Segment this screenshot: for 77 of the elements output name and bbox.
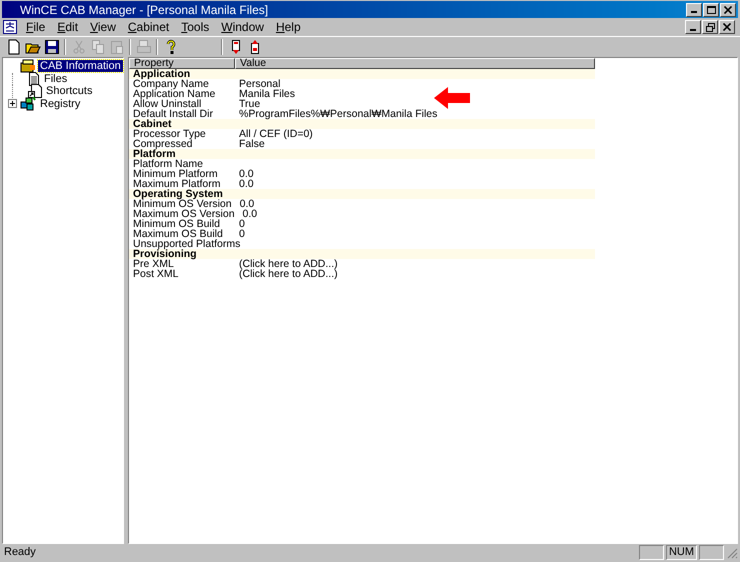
section-heading: Provisioning	[133, 249, 197, 259]
new-file-icon	[6, 38, 22, 54]
section-heading: Platform	[133, 149, 176, 159]
property-name: Unsupported Platforms	[132, 239, 242, 249]
shortcut-icon	[28, 84, 42, 98]
property-value[interactable]: 0.0	[236, 199, 258, 209]
property-value[interactable]: 0.0	[235, 169, 258, 179]
expand-toggle[interactable]	[8, 99, 17, 108]
property-value[interactable]: 0	[235, 229, 249, 239]
property-name: Minimum Platform	[132, 169, 218, 179]
scissors-icon	[70, 38, 86, 54]
property-value[interactable]: All / CEF (ID=0)	[235, 129, 317, 139]
app-icon	[3, 20, 17, 34]
property-name: Compressed	[132, 139, 193, 149]
minimize-icon	[691, 11, 697, 13]
property-value[interactable]: 0	[235, 219, 249, 229]
section-heading: Application	[133, 69, 190, 79]
tree-item[interactable]: CAB Information	[38, 60, 123, 72]
property-name: Application Name	[132, 89, 216, 99]
property-name: Maximum OS Version	[132, 209, 236, 219]
minimize-button[interactable]	[685, 20, 701, 34]
property-name: Post XML	[132, 269, 180, 279]
toolbar-button[interactable]	[42, 38, 61, 56]
column-header[interactable]: Value	[235, 58, 595, 69]
property-value[interactable]: 0.0	[235, 179, 258, 189]
resize-grip-icon	[726, 546, 738, 558]
property-value[interactable]: (Click here to ADD...)	[235, 269, 342, 279]
left-arrow-icon	[434, 87, 470, 109]
copy-icon	[90, 38, 106, 54]
tree-item[interactable]: Shortcuts	[44, 85, 94, 98]
clipboard-icon	[108, 38, 124, 54]
property-value[interactable]: True	[235, 99, 264, 109]
menu-item[interactable]: Window	[215, 20, 270, 34]
printer-icon	[136, 38, 152, 54]
property-name: Platform Name	[132, 159, 204, 169]
property-value[interactable]: False	[235, 139, 269, 149]
tree-item[interactable]: Files	[42, 72, 70, 85]
property-value[interactable]: Personal	[235, 79, 284, 89]
property-name: Minimum OS Build	[132, 219, 220, 229]
close-icon	[723, 23, 731, 31]
window-title: WinCE CAB Manager - [Personal Manila Files]	[20, 2, 270, 18]
property-name: Allow Uninstall	[132, 99, 202, 109]
property-name: Maximum OS Build	[132, 229, 223, 239]
registry-cubes-icon	[20, 96, 36, 111]
tree-item[interactable]: Registry	[38, 98, 82, 110]
property-name: Processor Type	[132, 129, 207, 139]
close-button[interactable]	[720, 2, 736, 16]
section-heading: Cabinet	[133, 119, 172, 129]
cabinet-icon	[20, 59, 36, 74]
section-heading: Operating System	[133, 189, 223, 199]
property-value[interactable]: Manila Files	[235, 89, 300, 99]
maximize-button[interactable]	[703, 2, 719, 16]
property-name: Maximum Platform	[132, 179, 221, 189]
property-value[interactable]: %ProgramFiles%₩Personal₩Manila Files	[235, 109, 442, 119]
document-icon	[28, 72, 40, 86]
menu-item[interactable]: Help	[270, 20, 307, 34]
property-name: Minimum OS Version	[132, 199, 232, 209]
minimize-icon	[690, 28, 696, 30]
column-header[interactable]: Property	[129, 58, 235, 69]
menu-item[interactable]: File	[20, 20, 52, 34]
minimize-button[interactable]	[686, 2, 702, 16]
restore-icon	[706, 22, 714, 32]
property-name: Pre XML	[132, 259, 174, 269]
menu-item[interactable]: Edit	[51, 20, 84, 34]
property-name: Default Install Dir	[132, 109, 214, 119]
close-button[interactable]	[719, 20, 735, 34]
menu-item[interactable]: Cabinet	[122, 20, 176, 34]
status-text: Ready	[3, 545, 37, 560]
restore-button[interactable]	[702, 20, 718, 34]
menu-item[interactable]: Tools	[175, 20, 216, 34]
property-value[interactable]: 0.0	[238, 209, 262, 219]
menu-item[interactable]: View	[84, 20, 122, 34]
property-name: Company Name	[132, 79, 209, 89]
property-value[interactable]: (Click here to ADD...)	[235, 259, 342, 269]
status-indicator: NUM	[666, 545, 697, 560]
close-icon	[724, 6, 732, 14]
maximize-icon	[706, 6, 716, 14]
